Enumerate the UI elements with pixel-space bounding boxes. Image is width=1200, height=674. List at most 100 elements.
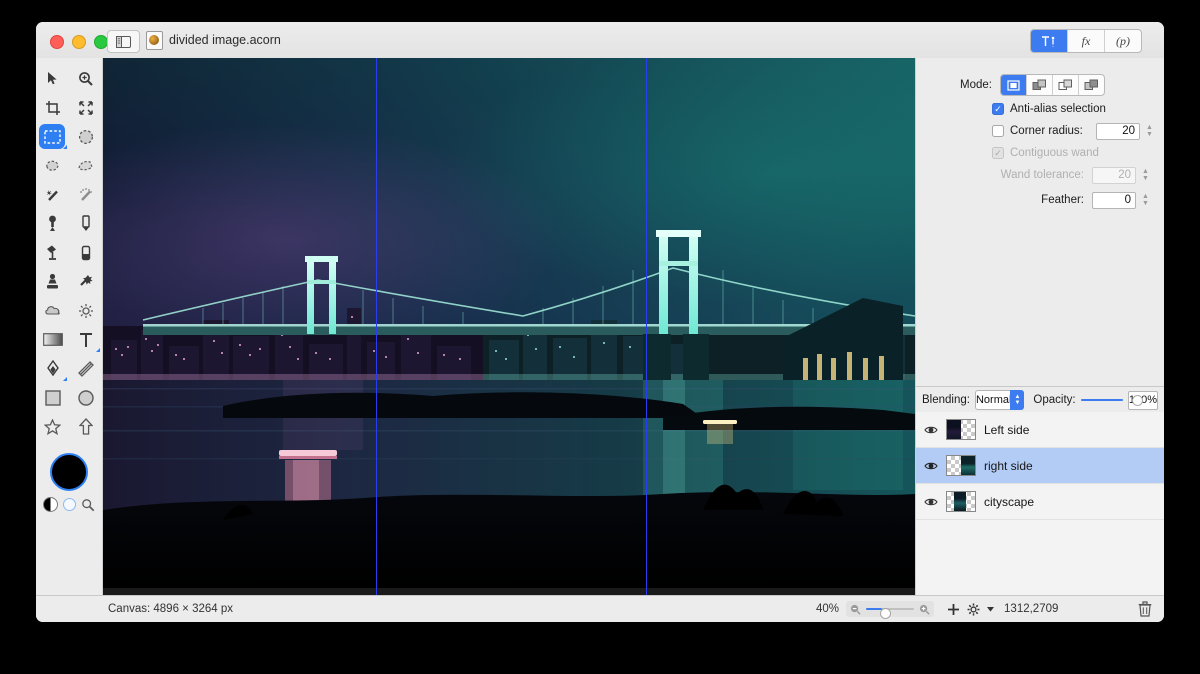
window-body: Mode: ✓ Anti-alias selection Corner radi…	[36, 58, 1164, 622]
inspector-panel: Mode: ✓ Anti-alias selection Corner radi…	[915, 58, 1164, 622]
zoom-level-label: 40%	[816, 603, 840, 615]
dodge-tool[interactable]	[69, 296, 102, 325]
zoom-out-icon[interactable]	[850, 604, 861, 615]
mode-add-selection[interactable]	[1027, 75, 1053, 95]
eye-icon	[924, 498, 938, 505]
rectangle-shape-tool[interactable]	[36, 383, 69, 412]
corner-radius-stepper[interactable]: ▲ ▼	[1144, 122, 1155, 140]
pencil-tool[interactable]	[69, 209, 102, 238]
sun-dodge-icon	[78, 303, 93, 318]
selection-mode-group[interactable]	[1000, 74, 1105, 96]
foreground-color-swatch[interactable]	[50, 453, 88, 491]
clone-stamp-tool[interactable]	[36, 267, 69, 296]
trash-icon[interactable]	[1138, 601, 1152, 617]
corner-radius-field[interactable]: 20	[1096, 122, 1140, 140]
feather-field[interactable]: 0	[1092, 191, 1136, 209]
layer-row-cityscape[interactable]: cityscape	[916, 484, 1164, 520]
paint-bucket-tool[interactable]	[36, 238, 69, 267]
layer-row-right-side[interactable]: right side	[916, 448, 1164, 484]
tab-filters[interactable]: fx	[1068, 30, 1105, 52]
layer-visibility-toggle[interactable]	[924, 497, 938, 507]
layer-row-left-side[interactable]: Left side	[916, 412, 1164, 448]
mode-subtract-selection[interactable]	[1053, 75, 1079, 95]
magic-wand-tool[interactable]	[36, 180, 69, 209]
text-tool[interactable]	[69, 325, 102, 354]
eye-icon	[924, 426, 938, 433]
zoom-slider[interactable]	[846, 601, 935, 619]
corner-radius-checkbox[interactable]	[992, 125, 1004, 137]
mode-intersect-selection[interactable]	[1079, 75, 1104, 95]
status-bar: Canvas: 4896 × 3264 px 40% 1312,2709	[36, 595, 1164, 622]
tool-variant-indicator	[96, 348, 100, 352]
pen-tool[interactable]	[36, 354, 69, 383]
sidebar-toggle-button[interactable]	[107, 30, 140, 53]
zoom-tool[interactable]	[69, 64, 102, 93]
layer-visibility-toggle[interactable]	[924, 425, 938, 435]
rectangle-select-tool[interactable]	[36, 122, 69, 151]
background-swatch-icon[interactable]	[63, 498, 76, 511]
zoom-in-icon[interactable]	[919, 604, 930, 615]
intersect-selection-icon	[1084, 79, 1098, 90]
chevron-down-icon[interactable]	[987, 606, 995, 612]
line-ruler-icon	[77, 360, 94, 377]
ellipse-shape-icon	[77, 389, 94, 406]
window-controls	[50, 35, 108, 49]
line-tool[interactable]	[69, 354, 102, 383]
antialias-row[interactable]: Anti-alias selection	[916, 103, 1164, 115]
ellipse-shape-tool[interactable]	[69, 383, 102, 412]
arrow-shape-tool[interactable]	[69, 412, 102, 441]
minimize-button[interactable]	[72, 35, 86, 49]
similar-wand-tool[interactable]	[69, 180, 102, 209]
maximize-button[interactable]	[94, 35, 108, 49]
smudge-tool[interactable]	[69, 267, 102, 296]
move-tool[interactable]	[36, 64, 69, 93]
mode-new-selection[interactable]	[1001, 75, 1027, 95]
gear-icon[interactable]	[967, 603, 980, 616]
layers-list: Left side right side cityscape	[916, 412, 1164, 622]
vertical-guide-right[interactable]	[646, 58, 647, 622]
close-button[interactable]	[50, 35, 64, 49]
add-selection-icon	[1032, 79, 1046, 90]
feather-stepper[interactable]: ▲ ▼	[1140, 191, 1151, 209]
document-title: divided image.acorn	[146, 22, 281, 58]
antialias-checkbox[interactable]	[992, 103, 1004, 115]
blending-mode-select[interactable]: Normal ▲ ▼	[974, 390, 1025, 410]
canvas-area[interactable]	[103, 58, 915, 622]
canvas-image[interactable]	[103, 58, 915, 588]
mode-label: Mode:	[960, 79, 992, 91]
tab-palette[interactable]: (p)	[1105, 30, 1141, 52]
color-swatch-area	[36, 453, 102, 512]
contiguous-wand-checkbox	[992, 147, 1004, 159]
plus-icon[interactable]	[947, 603, 960, 616]
wand-tolerance-field: 20	[1092, 166, 1136, 184]
crop-tool[interactable]	[36, 93, 69, 122]
color-mode-icon[interactable]	[43, 497, 58, 512]
title-bar: divided image.acorn fx (p)	[36, 22, 1164, 59]
polygon-lasso-tool[interactable]	[69, 151, 102, 180]
feather-row[interactable]: Feather: 0 ▲ ▼	[916, 191, 1164, 209]
vertical-guide-left[interactable]	[376, 58, 377, 622]
layer-name: cityscape	[984, 494, 1035, 509]
corner-radius-row[interactable]: Corner radius: 20 ▲ ▼	[916, 122, 1164, 140]
inspector-tab-group[interactable]: fx (p)	[1030, 29, 1142, 53]
tab-tool-options[interactable]	[1031, 30, 1068, 52]
lasso-tool[interactable]	[36, 151, 69, 180]
resize-arrows-icon	[78, 100, 93, 115]
magnifier-icon[interactable]	[81, 498, 95, 512]
layer-thumbnail	[946, 455, 976, 476]
magnifier-icon	[78, 71, 93, 86]
eyedropper-tool[interactable]	[36, 209, 69, 238]
transform-tool[interactable]	[69, 93, 102, 122]
opacity-slider[interactable]	[1080, 394, 1143, 406]
tool-palette	[36, 58, 103, 622]
eraser-tool[interactable]	[69, 238, 102, 267]
blur-tool[interactable]	[36, 296, 69, 325]
blending-stepper-icon[interactable]: ▲ ▼	[1010, 390, 1025, 410]
layer-visibility-toggle[interactable]	[924, 461, 938, 471]
ellipse-select-tool[interactable]	[69, 122, 102, 151]
gradient-tool[interactable]	[36, 325, 69, 354]
canvas-size-label: Canvas: 4896 × 3264 px	[108, 603, 233, 615]
star-shape-tool[interactable]	[36, 412, 69, 441]
arrow-up-icon	[78, 418, 93, 435]
tool-variant-indicator	[63, 145, 67, 149]
